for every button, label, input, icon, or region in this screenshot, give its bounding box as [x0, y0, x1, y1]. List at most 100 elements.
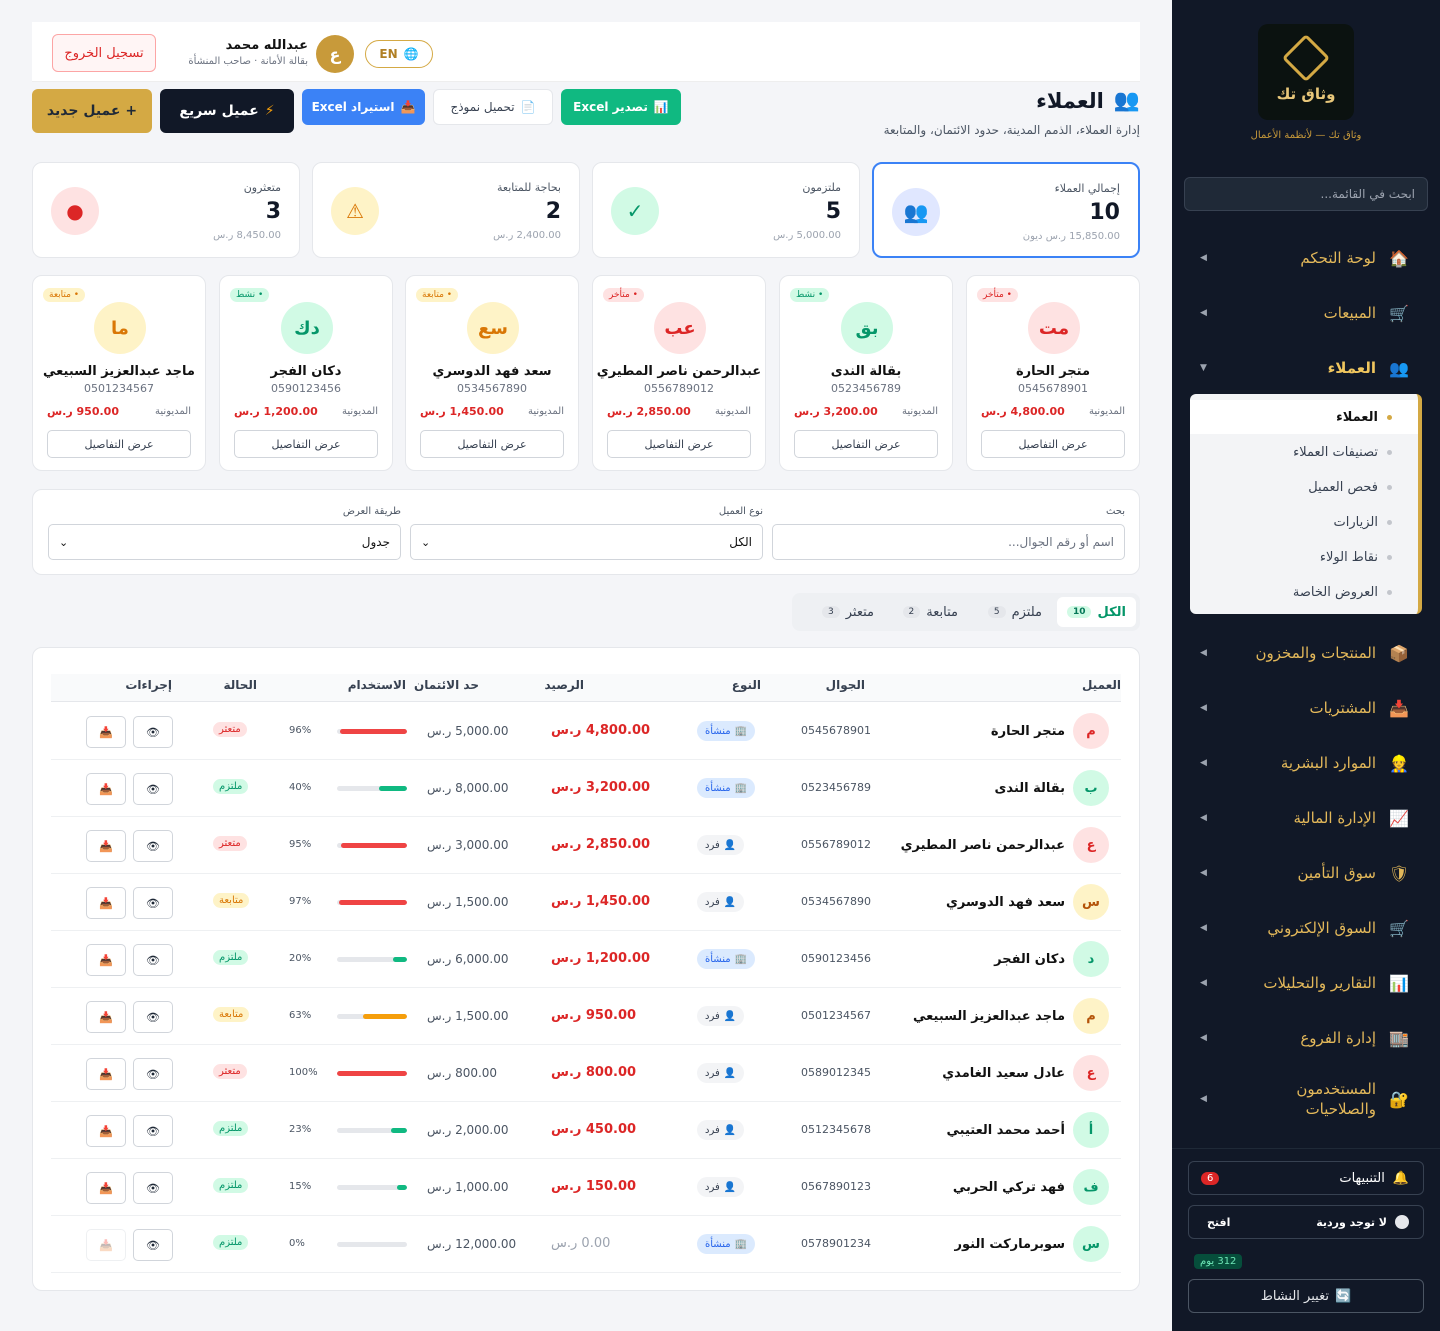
tab-0[interactable]: الكل 10: [1056, 597, 1136, 627]
view-details-button[interactable]: عرض التفاصيل: [981, 430, 1125, 458]
change-activity-button[interactable]: 🔄 تغيير النشاط: [1188, 1279, 1424, 1313]
stat-card[interactable]: متعثرون 3 8,450.00 ر.س ●: [32, 162, 300, 258]
table-row[interactable]: ع عادل سعيد الغامدي 0589012345 👤 فرد 800.00 ر…: [51, 1045, 1121, 1102]
table-row[interactable]: ع عبدالرحمن ناصر المطيري 0556789012 👤 فرد 2,8…: [51, 817, 1121, 874]
sidebar-item[interactable]: 🛒 المبيعات ◀: [1200, 298, 1410, 328]
logout-button[interactable]: تسجيل الخروج: [52, 34, 156, 72]
pay-button[interactable]: 📥: [86, 773, 126, 805]
view-button[interactable]: 👁: [133, 1115, 173, 1147]
view-button[interactable]: 👁: [133, 1229, 173, 1261]
table-row[interactable]: ب بقالة الندى 0523456789 🏢 منشأة 3,200.00 ر.س…: [51, 760, 1121, 817]
customer-card[interactable]: • متأخر عب عبدالرحمن ناصر المطيري 055678901…: [592, 275, 766, 471]
sidebar-search-input[interactable]: ابحث في القائمة...: [1184, 177, 1428, 211]
sidebar-item[interactable]: 📦 المنتجات والمخزون ◀: [1200, 638, 1410, 668]
view-select[interactable]: جدول ⌄: [48, 524, 401, 560]
open-shift-button[interactable]: افتح: [1207, 1216, 1230, 1229]
sidebar-item[interactable]: 🛡 سوق التأمين ◀: [1200, 858, 1410, 888]
table-row[interactable]: س سعد فهد الدوسري 0534567890 👤 فرد 1,450.00 ر…: [51, 874, 1121, 931]
top-bar: تسجيل الخروج عبدالله محمد بقالة الأمانة …: [32, 22, 1140, 82]
pay-button[interactable]: 📥: [86, 1172, 126, 1204]
pay-button[interactable]: 📥: [86, 1001, 126, 1033]
customer-name[interactable]: ماجد عبدالعزيز السبيعي: [913, 1009, 1065, 1024]
view-button[interactable]: 👁: [133, 944, 173, 976]
submenu-item[interactable]: فحص العميل: [1308, 477, 1392, 497]
customer-card[interactable]: • متأخر مت متجر الحارة 0545678901 المديونية 4…: [966, 275, 1140, 471]
table-row[interactable]: س سوبرماركت النور 0578901234 🏢 منشأة 0.00 ر.س…: [51, 1216, 1121, 1273]
view-details-button[interactable]: عرض التفاصيل: [794, 430, 938, 458]
table-row[interactable]: أ أحمد محمد العتيبي 0512345678 👤 فرد 450.00 ر…: [51, 1102, 1121, 1159]
debt-label: المديونية: [342, 406, 378, 417]
pay-button[interactable]: 📥: [86, 1229, 126, 1261]
customer-card[interactable]: • نشط بق بقالة الندى 0523456789 المديونية 3,2…: [779, 275, 953, 471]
eye-icon: 👁: [146, 1181, 160, 1195]
import-excel-button[interactable]: 📥 استيراد Excel: [302, 89, 425, 125]
quick-customer-button[interactable]: ⚡ عميل سريع: [160, 89, 294, 133]
submenu-item[interactable]: العملاء: [1336, 407, 1392, 427]
customer-name[interactable]: متجر الحارة: [991, 724, 1065, 739]
stat-card[interactable]: إجمالي العملاء 10 15,850.00 ر.س ديون 👥: [872, 162, 1140, 258]
usage-percent: 40%: [289, 782, 312, 793]
pay-button[interactable]: 📥: [86, 944, 126, 976]
sidebar-item[interactable]: 🛒 السوق الإلكتروني ◀: [1200, 913, 1410, 943]
view-button[interactable]: 👁: [133, 830, 173, 862]
sidebar-item[interactable]: 🔐 المستخدمون والصلاحيات ◀: [1200, 1079, 1410, 1119]
view-button[interactable]: 👁: [133, 1172, 173, 1204]
view-details-button[interactable]: عرض التفاصيل: [47, 430, 191, 458]
submenu-item[interactable]: تصنيفات العملاء: [1293, 442, 1392, 462]
table-row[interactable]: م متجر الحارة 0545678901 🏢 منشأة 4,800.00 ر.س…: [51, 703, 1121, 760]
sidebar-item[interactable]: 📊 التقارير والتحليلات ◀: [1200, 968, 1410, 998]
sidebar-item[interactable]: 🏬 إدارة الفروع ◀: [1200, 1023, 1410, 1053]
customer-name[interactable]: بقالة الندى: [995, 781, 1065, 796]
table-row[interactable]: ف فهد تركي الحربي 0567890123 👤 فرد 150.00 ر.س…: [51, 1159, 1121, 1216]
view-details-button[interactable]: عرض التفاصيل: [420, 430, 564, 458]
language-toggle[interactable]: 🌐 EN: [365, 40, 433, 68]
customer-card[interactable]: • نشط دك دكان الفجر 0590123456 المديونية 1,20…: [219, 275, 393, 471]
customer-name[interactable]: سوبرماركت النور: [955, 1237, 1065, 1252]
customer-name[interactable]: دكان الفجر: [994, 952, 1065, 967]
sidebar-item[interactable]: 📥 المشتريات ◀: [1200, 693, 1410, 723]
notifications-button[interactable]: 🔔 التنبيهات 6: [1188, 1161, 1424, 1195]
customer-name[interactable]: عادل سعيد الغامدي: [942, 1066, 1065, 1081]
sidebar-item[interactable]: 👷 الموارد البشرية ◀: [1200, 748, 1410, 778]
sidebar-item[interactable]: 🏠 لوحة التحكم ◀: [1200, 243, 1410, 273]
pay-button[interactable]: 📥: [86, 716, 126, 748]
customer-name[interactable]: سعد فهد الدوسري: [946, 895, 1065, 910]
download-template-button[interactable]: 📄 تحميل نموذج: [433, 89, 553, 125]
view-button[interactable]: 👁: [133, 1058, 173, 1090]
submenu-item[interactable]: العروض الخاصة: [1293, 582, 1392, 602]
search-input[interactable]: اسم أو رقم الجوال...: [772, 524, 1125, 560]
new-customer-button[interactable]: + عميل جديد: [32, 89, 152, 133]
tab-3[interactable]: متعثر 3: [812, 597, 884, 627]
view-button[interactable]: 👁: [133, 716, 173, 748]
customer-card[interactable]: • متابعة ما ماجد عبدالعزيز السبيعي 05012345…: [32, 275, 206, 471]
pay-button[interactable]: 📥: [86, 830, 126, 862]
sidebar-item[interactable]: 👥 العملاء ▼: [1200, 353, 1410, 383]
type-select[interactable]: الكل ⌄: [410, 524, 763, 560]
sidebar-item[interactable]: 📈 الإدارة المالية ◀: [1200, 803, 1410, 833]
avatar[interactable]: ع: [316, 35, 354, 73]
view-details-button[interactable]: عرض التفاصيل: [234, 430, 378, 458]
customer-name[interactable]: فهد تركي الحربي: [953, 1180, 1065, 1195]
table-row[interactable]: م ماجد عبدالعزيز السبيعي 0501234567 👤 فرد 950…: [51, 988, 1121, 1045]
pay-button[interactable]: 📥: [86, 1115, 126, 1147]
export-excel-button[interactable]: 📊 تصدير Excel: [561, 89, 681, 125]
table-row[interactable]: د دكان الفجر 0590123456 🏢 منشأة 1,200.00 ر.س 6…: [51, 931, 1121, 988]
pay-button[interactable]: 📥: [86, 887, 126, 919]
pay-button[interactable]: 📥: [86, 1058, 126, 1090]
view-button[interactable]: 👁: [133, 773, 173, 805]
view-button[interactable]: 👁: [133, 887, 173, 919]
stat-card[interactable]: ملتزمون 5 5,000.00 ر.س ✓: [592, 162, 860, 258]
status-tabs: الكل 10 ملتزم 5 متابعة 2 متعثر 3: [792, 593, 1140, 631]
sidebar-item-label: السوق الإلكتروني: [1267, 919, 1376, 937]
submenu-item[interactable]: الزيارات: [1334, 512, 1392, 532]
submenu-item[interactable]: نقاط الولاء: [1320, 547, 1392, 567]
stat-card[interactable]: بحاجة للمتابعة 2 2,400.00 ر.س ⚠: [312, 162, 580, 258]
view-details-button[interactable]: عرض التفاصيل: [607, 430, 751, 458]
box-icon: 📦: [1389, 643, 1409, 663]
customer-name[interactable]: أحمد محمد العتيبي: [947, 1123, 1066, 1138]
customer-name[interactable]: عبدالرحمن ناصر المطيري: [901, 838, 1065, 853]
tab-1[interactable]: ملتزم 5: [978, 597, 1052, 627]
customer-card[interactable]: • متابعة سع سعد فهد الدوسري 0534567890 المدي…: [405, 275, 579, 471]
view-button[interactable]: 👁: [133, 1001, 173, 1033]
tab-2[interactable]: متابعة 2: [893, 597, 968, 627]
